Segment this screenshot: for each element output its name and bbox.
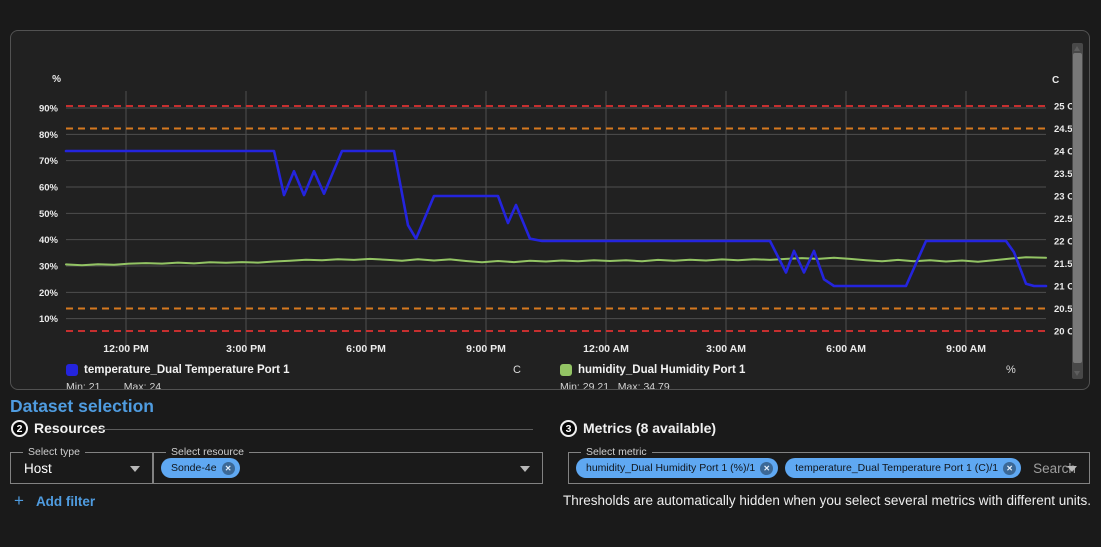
legend-minmax-temperature: Min: 21 Max: 24 bbox=[66, 381, 162, 390]
remove-chip-icon[interactable] bbox=[760, 461, 774, 475]
svg-text:80%: 80% bbox=[39, 130, 59, 141]
svg-text:22.5: 22.5 bbox=[1054, 214, 1073, 225]
svg-text:9:00 PM: 9:00 PM bbox=[466, 343, 506, 355]
svg-text:6:00 AM: 6:00 AM bbox=[826, 343, 866, 355]
svg-text:9:00 AM: 9:00 AM bbox=[946, 343, 986, 355]
svg-text:60%: 60% bbox=[39, 183, 59, 194]
resources-divider bbox=[95, 429, 533, 430]
legend-item-temperature[interactable]: temperature_Dual Temperature Port 1 bbox=[66, 362, 290, 378]
humidity-series-swatch bbox=[560, 364, 572, 376]
metrics-section-label: Metrics (8 available) bbox=[583, 420, 717, 436]
legend-minmax-humidity: Min: 29.21 Max: 34.79 bbox=[560, 381, 670, 390]
legend-unit-percent: % bbox=[1006, 364, 1016, 376]
select-resource-field[interactable]: Select resource Sonde-4e bbox=[153, 446, 543, 484]
temperature-series-swatch bbox=[66, 364, 78, 376]
chevron-down-icon[interactable] bbox=[1067, 466, 1077, 472]
chevron-down-icon[interactable] bbox=[130, 466, 140, 472]
metric-chip-temperature[interactable]: temperature_Dual Temperature Port 1 (C)/… bbox=[785, 458, 1022, 478]
select-type-value: Host bbox=[24, 460, 52, 476]
widget-config-page: 90% 80% 70% 60% 50% 40% 30% 20% 10% 12:00 PM 3:00 … bbox=[0, 0, 1101, 547]
step-badge-resources: 2 bbox=[11, 420, 28, 437]
scrollbar-thumb[interactable] bbox=[1073, 53, 1082, 363]
svg-text:40%: 40% bbox=[39, 235, 59, 246]
page-title: Dataset selection bbox=[10, 396, 154, 416]
legend-item-humidity[interactable]: humidity_Dual Humidity Port 1 bbox=[560, 362, 745, 378]
metrics-chart: 90% 80% 70% 60% 50% 40% 30% 20% 10% 12:00 PM 3:00 … bbox=[39, 74, 1074, 355]
svg-text:20%: 20% bbox=[39, 288, 59, 299]
svg-text:30%: 30% bbox=[39, 262, 59, 273]
svg-text:3:00 PM: 3:00 PM bbox=[226, 343, 266, 355]
svg-text:70%: 70% bbox=[39, 156, 59, 167]
resources-section-label: Resources bbox=[34, 420, 106, 436]
chart-panel: 90% 80% 70% 60% 50% 40% 30% 20% 10% 12:00 PM 3:00 … bbox=[10, 30, 1090, 390]
legend-label: temperature_Dual Temperature Port 1 bbox=[84, 364, 290, 376]
select-metric-label: Select metric bbox=[581, 446, 652, 458]
resource-chip-label: Sonde-4e bbox=[171, 462, 217, 474]
plus-icon: + bbox=[14, 491, 24, 510]
svg-text:90%: 90% bbox=[39, 104, 59, 115]
chart-scrollbar[interactable] bbox=[1072, 43, 1083, 379]
select-type-label: Select type bbox=[23, 446, 85, 458]
scroll-down-icon[interactable] bbox=[1074, 371, 1080, 376]
svg-text:12:00 PM: 12:00 PM bbox=[103, 343, 149, 355]
select-metric-field[interactable]: Select metric humidity_Dual Humidity Por… bbox=[568, 446, 1090, 484]
svg-text:3:00 AM: 3:00 AM bbox=[706, 343, 746, 355]
threshold-note: Thresholds are automatically hidden when… bbox=[563, 493, 1092, 508]
svg-text:20.5: 20.5 bbox=[1054, 304, 1073, 315]
svg-text:%: % bbox=[52, 74, 61, 85]
svg-text:10%: 10% bbox=[39, 314, 59, 325]
svg-text:24.5: 24.5 bbox=[1054, 124, 1073, 135]
svg-text:50%: 50% bbox=[39, 209, 59, 220]
svg-text:12:00 AM: 12:00 AM bbox=[583, 343, 629, 355]
remove-chip-icon[interactable] bbox=[221, 461, 235, 475]
resource-chip[interactable]: Sonde-4e bbox=[161, 458, 240, 478]
step-badge-metrics: 3 bbox=[560, 420, 577, 437]
svg-text:6:00 PM: 6:00 PM bbox=[346, 343, 386, 355]
svg-text:C: C bbox=[1052, 75, 1059, 86]
legend-unit-c: C bbox=[513, 364, 521, 376]
svg-text:21.5: 21.5 bbox=[1054, 259, 1073, 270]
metric-chip-label: temperature_Dual Temperature Port 1 (C)/… bbox=[795, 462, 999, 474]
remove-chip-icon[interactable] bbox=[1003, 461, 1017, 475]
select-resource-label: Select resource bbox=[166, 446, 249, 458]
metric-chip-label: humidity_Dual Humidity Port 1 (%)/1 bbox=[586, 462, 756, 474]
add-filter-label: Add filter bbox=[35, 493, 96, 509]
metric-chip-humidity[interactable]: humidity_Dual Humidity Port 1 (%)/1 bbox=[576, 458, 779, 478]
legend-label: humidity_Dual Humidity Port 1 bbox=[578, 364, 746, 376]
select-type-dropdown[interactable]: Select type Host bbox=[10, 446, 153, 484]
add-filter-button[interactable]: + Add filter bbox=[14, 491, 95, 511]
scroll-up-icon[interactable] bbox=[1074, 46, 1080, 51]
svg-text:23.5: 23.5 bbox=[1054, 169, 1073, 180]
chevron-down-icon[interactable] bbox=[520, 466, 530, 472]
